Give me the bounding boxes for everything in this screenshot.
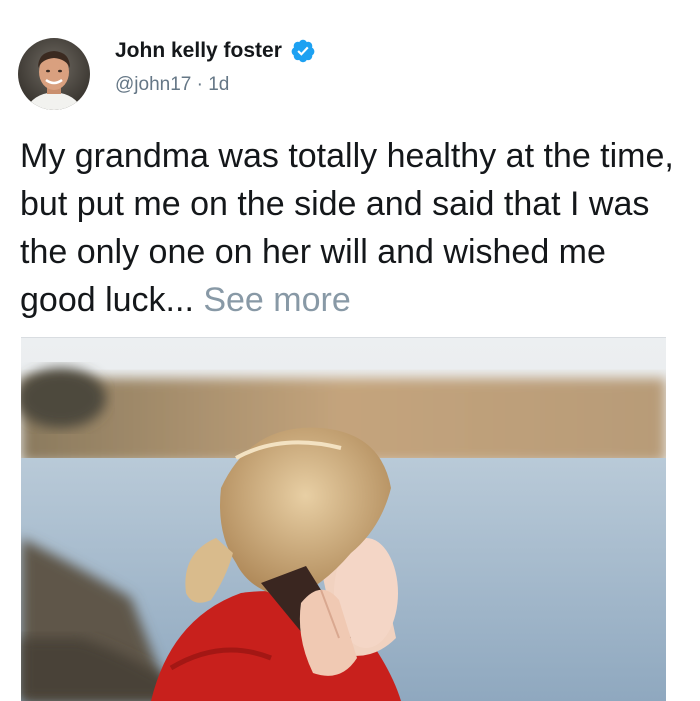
tweet-timestamp[interactable]: 1d: [208, 74, 229, 95]
author-display-name[interactable]: John kelly foster: [115, 39, 282, 63]
meta-separator: ·: [196, 74, 203, 95]
woman-on-phone-photo-icon: [21, 338, 666, 701]
tweet-media[interactable]: [21, 337, 666, 701]
see-more-link[interactable]: See more: [203, 281, 350, 319]
author-name-row: John kelly foster: [115, 38, 316, 64]
tweet-text: My grandma was totally healthy at the ti…: [20, 132, 690, 324]
profile-photo-icon: [18, 38, 90, 110]
verified-badge-icon: [291, 39, 315, 63]
avatar[interactable]: [18, 38, 90, 110]
author-handle[interactable]: @john17: [115, 74, 191, 95]
author-meta: @john17 · 1d: [115, 74, 229, 96]
